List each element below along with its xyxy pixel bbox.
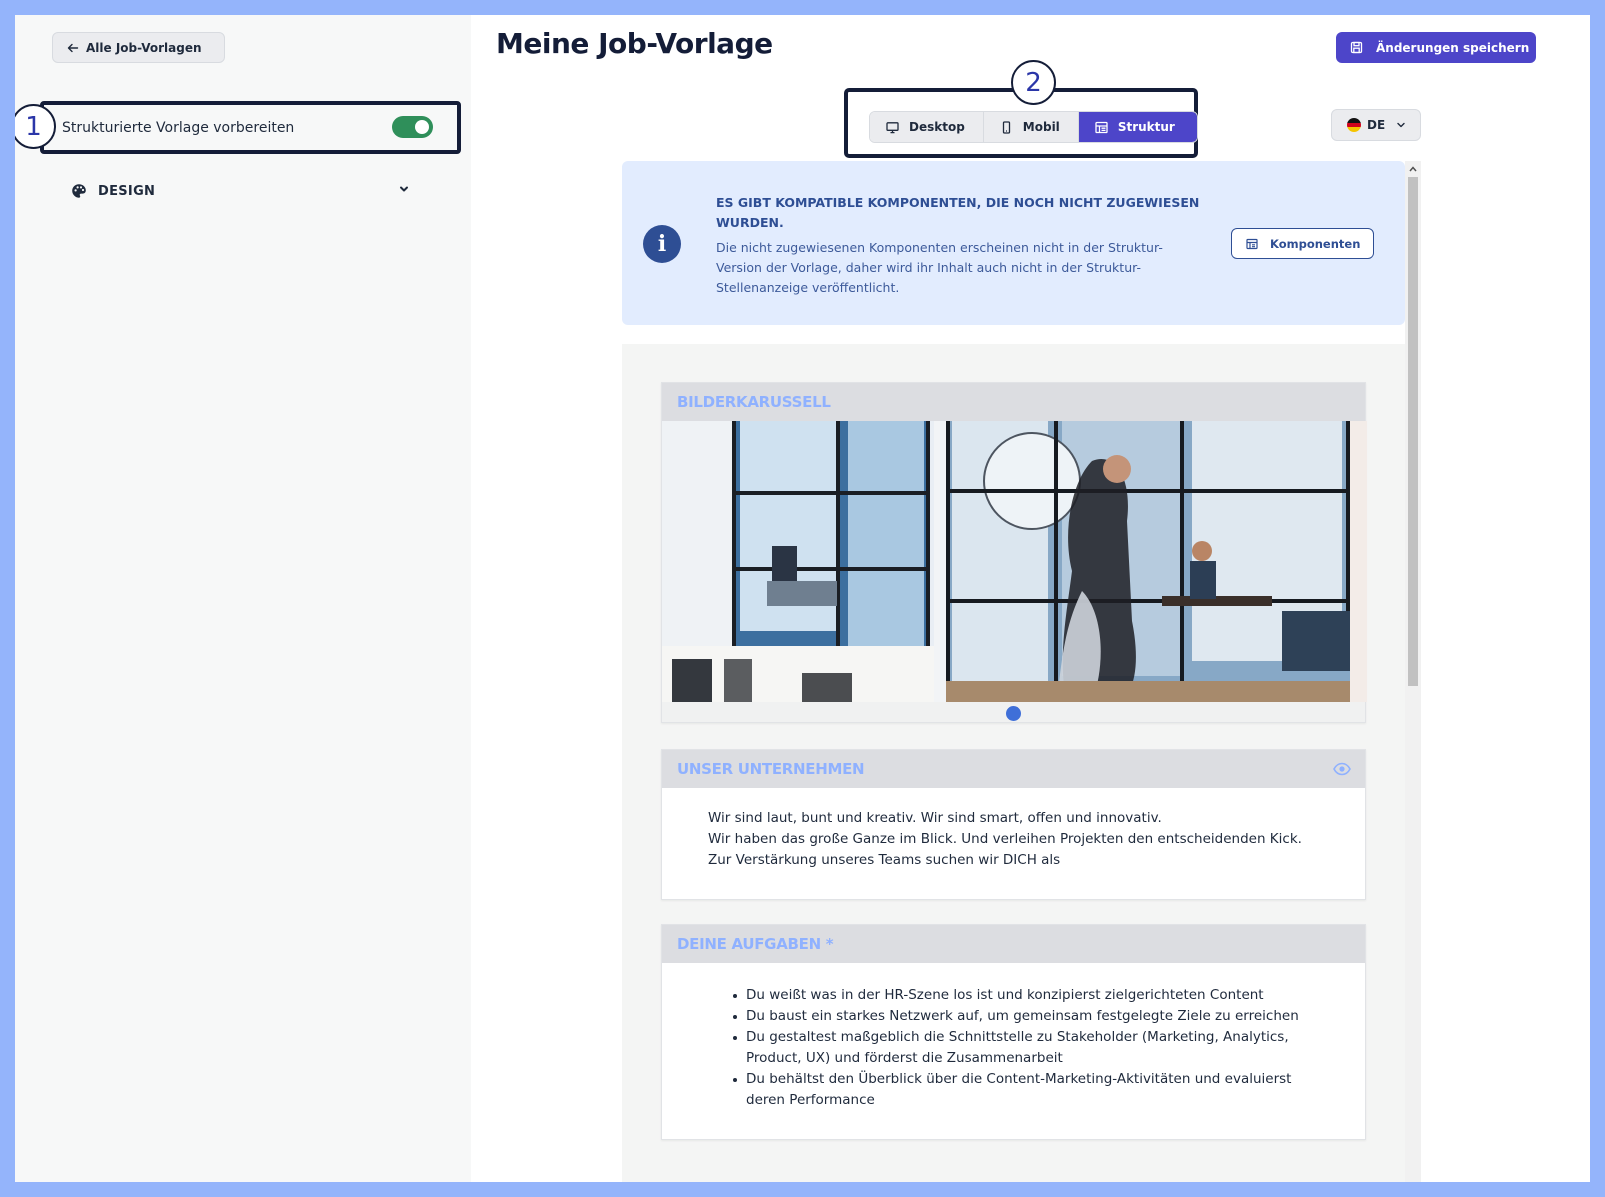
section-header[interactable]: UNSER UNTERNEHMEN bbox=[662, 750, 1365, 788]
structure-preview: i Es gibt kompatible Komponenten, die no… bbox=[622, 161, 1421, 1182]
section-image-carousel: BILDERKARUSSELL bbox=[661, 382, 1367, 723]
save-icon bbox=[1350, 41, 1363, 54]
structured-template-setting: Strukturierte Vorlage vorbereiten bbox=[40, 101, 461, 154]
language-label: DE bbox=[1367, 118, 1386, 132]
structure-list-icon bbox=[1095, 121, 1108, 133]
toggle-knob bbox=[415, 120, 429, 134]
structured-template-label: Strukturierte Vorlage vorbereiten bbox=[62, 119, 295, 136]
list-item: Du weißt was in der HR-Szene los ist und… bbox=[733, 985, 1325, 1006]
list-item: Du gestaltest maßgeblich die Schnittstel… bbox=[733, 1027, 1325, 1069]
section-title: BILDERKARUSSELL bbox=[677, 393, 831, 411]
components-button[interactable]: Komponenten bbox=[1231, 228, 1374, 259]
save-changes-button[interactable]: Änderungen speichern bbox=[1336, 32, 1536, 63]
section-title: UNSER UNTERNEHMEN bbox=[677, 760, 865, 778]
list-item: Du behältst den Überblick über die Conte… bbox=[733, 1069, 1325, 1111]
view-structure-label: Struktur bbox=[1117, 120, 1175, 134]
structured-template-toggle[interactable] bbox=[392, 116, 433, 138]
save-button-label: Änderungen speichern bbox=[1376, 40, 1530, 55]
arrow-left-icon bbox=[67, 43, 79, 52]
section-body: Wir sind laut, bunt und kreativ. Wir sin… bbox=[662, 788, 1365, 899]
section-header[interactable]: BILDERKARUSSELL bbox=[662, 383, 1365, 421]
section-title: DEINE AUFGABEN * bbox=[677, 935, 834, 953]
view-mobile-label: Mobil bbox=[1022, 120, 1060, 134]
chevron-down-icon bbox=[1397, 122, 1405, 128]
components-icon bbox=[1246, 238, 1258, 249]
app-frame: Alle Job-Vorlagen Strukturierte Vorlage … bbox=[15, 15, 1590, 1182]
scroll-up-arrow-icon[interactable] bbox=[1408, 164, 1418, 174]
info-icon: i bbox=[643, 225, 681, 263]
section-body: Du weißt was in der HR-Szene los ist und… bbox=[662, 963, 1365, 1139]
company-line: Zur Verstärkung unseres Teams suchen wir… bbox=[708, 852, 1061, 868]
section-header[interactable]: DEINE AUFGABEN * bbox=[662, 925, 1365, 963]
back-button-label: Alle Job-Vorlagen bbox=[86, 40, 202, 55]
scrollbar-thumb[interactable] bbox=[1408, 177, 1418, 686]
view-desktop-button[interactable]: Desktop bbox=[870, 112, 984, 142]
company-line: Wir sind laut, bunt und kreativ. Wir sin… bbox=[708, 810, 1162, 826]
notice-text: Die nicht zugewiesenen Komponenten ersch… bbox=[716, 240, 1163, 295]
design-section-header[interactable]: DESIGN bbox=[71, 180, 411, 202]
sidebar: Alle Job-Vorlagen Strukturierte Vorlage … bbox=[15, 15, 471, 1182]
carousel-dot[interactable] bbox=[1006, 706, 1021, 721]
annotation-marker-2: 2 bbox=[1011, 60, 1056, 105]
office-photo bbox=[662, 421, 1367, 702]
back-to-templates-button[interactable]: Alle Job-Vorlagen bbox=[52, 32, 225, 63]
section-your-tasks: DEINE AUFGABEN * Du weißt was in der HR-… bbox=[661, 924, 1366, 1140]
tasks-list: Du weißt was in der HR-Szene los ist und… bbox=[708, 985, 1325, 1111]
section-our-company: UNSER UNTERNEHMEN Wir sind laut, bunt un… bbox=[661, 749, 1366, 900]
page-title: Meine Job-Vorlage bbox=[496, 27, 773, 60]
palette-icon bbox=[72, 184, 86, 198]
eye-icon[interactable] bbox=[1333, 761, 1351, 777]
view-desktop-label: Desktop bbox=[909, 120, 965, 134]
sections-area: BILDERKARUSSELL UNSER UNTERNEHMEN Wir si… bbox=[622, 344, 1405, 1182]
preview-scrollbar[interactable] bbox=[1405, 161, 1421, 1182]
unassigned-components-notice: i Es gibt kompatible Komponenten, die no… bbox=[622, 161, 1405, 325]
components-button-label: Komponenten bbox=[1270, 236, 1361, 251]
design-label: DESIGN bbox=[98, 183, 156, 199]
carousel-pagination bbox=[662, 702, 1365, 722]
view-structure-button[interactable]: Struktur bbox=[1078, 112, 1197, 142]
list-item: Du baust ein starkes Netzwerk auf, um ge… bbox=[733, 1006, 1325, 1027]
monitor-icon bbox=[886, 121, 899, 133]
smartphone-icon bbox=[1002, 120, 1010, 134]
language-select[interactable]: DE bbox=[1331, 109, 1421, 141]
view-switcher: Desktop Mobil Struktur bbox=[869, 111, 1198, 143]
chevron-down-icon bbox=[400, 186, 408, 192]
german-flag-icon bbox=[1347, 118, 1361, 132]
company-line: Wir haben das große Ganze im Blick. Und … bbox=[708, 831, 1302, 847]
view-mobile-button[interactable]: Mobil bbox=[983, 112, 1079, 142]
notice-title: Es gibt kompatible Komponenten, die noch… bbox=[716, 195, 1200, 230]
